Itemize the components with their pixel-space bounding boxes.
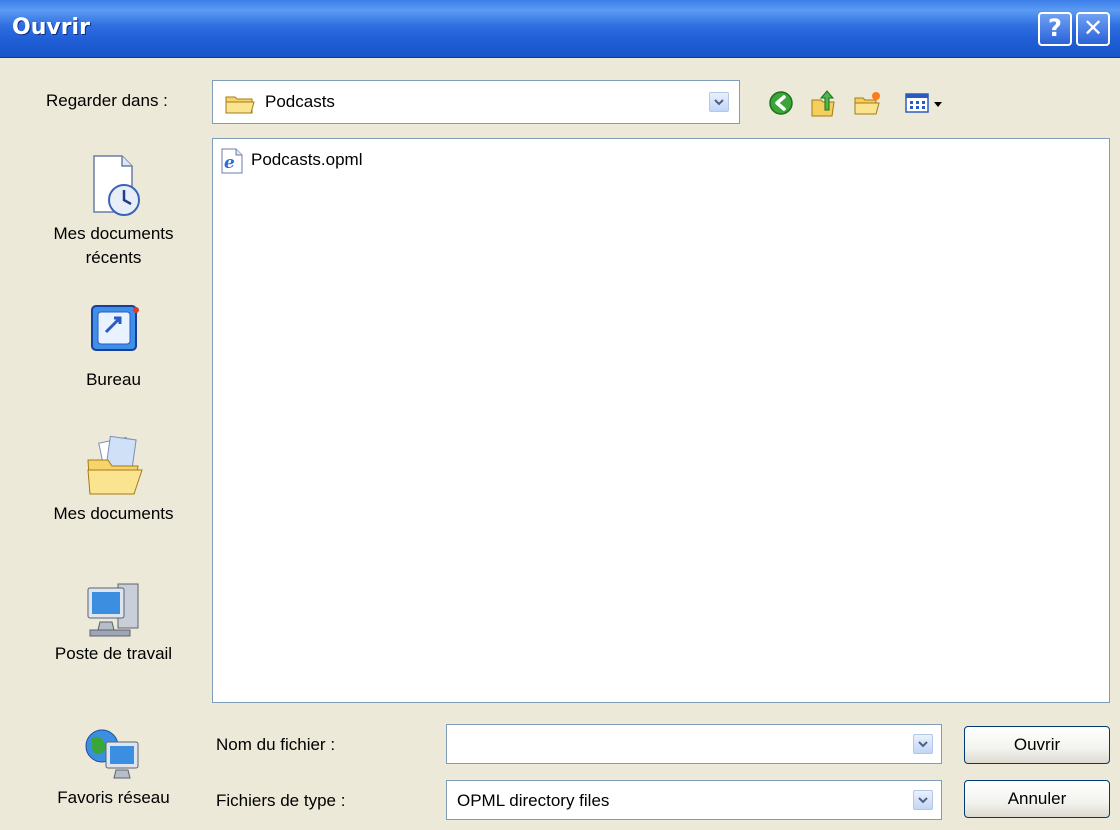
place-my-documents[interactable]: Mes documents xyxy=(28,430,199,526)
my-documents-icon xyxy=(82,430,146,502)
chevron-down-icon[interactable] xyxy=(709,92,729,112)
dialog-title: Ouvrir xyxy=(12,15,90,40)
network-places-icon xyxy=(82,724,146,786)
look-in-dropdown[interactable]: Podcasts xyxy=(212,80,740,124)
view-menu-icon[interactable] xyxy=(904,88,948,118)
title-bar[interactable]: Ouvrir ? ✕ xyxy=(0,0,1120,58)
desktop-icon xyxy=(84,298,144,360)
new-folder-icon[interactable] xyxy=(852,88,882,118)
place-label: Favoris réseau xyxy=(57,788,170,807)
place-label: Poste de travail xyxy=(54,644,173,663)
file-type-dropdown[interactable]: OPML directory files xyxy=(446,780,942,820)
look-in-label: Regarder dans : xyxy=(46,91,168,110)
open-button[interactable]: Ouvrir xyxy=(964,726,1110,764)
folder-icon xyxy=(225,93,255,120)
file-type-value: OPML directory files xyxy=(457,791,610,810)
place-label: Bureau xyxy=(86,370,141,389)
look-in-value: Podcasts xyxy=(265,92,335,111)
file-name-label: Nom du fichier : xyxy=(216,735,336,754)
chevron-down-icon[interactable] xyxy=(913,790,933,810)
file-type-label: Fichiers de type : xyxy=(216,791,346,810)
place-recent-documents[interactable]: Mes documents récents xyxy=(28,152,199,270)
help-button[interactable]: ? xyxy=(1038,12,1072,46)
chevron-down-icon[interactable] xyxy=(913,734,933,754)
my-computer-icon xyxy=(82,578,146,642)
place-network[interactable]: Favoris réseau xyxy=(28,724,199,810)
places-bar: Mes documents récents Bureau Mes documen… xyxy=(28,138,199,818)
ie-document-icon: e xyxy=(219,148,245,179)
close-button[interactable]: ✕ xyxy=(1076,12,1110,46)
place-my-computer[interactable]: Poste de travail xyxy=(28,578,199,666)
place-label: Mes documents xyxy=(53,504,174,523)
place-desktop[interactable]: Bureau xyxy=(28,298,199,392)
file-name: Podcasts.opml xyxy=(251,150,363,169)
file-list[interactable]: e Podcasts.opml xyxy=(212,138,1110,703)
back-icon[interactable] xyxy=(766,88,796,118)
place-label: Mes documents récents xyxy=(53,224,174,267)
svg-text:e: e xyxy=(224,153,235,173)
open-dialog: Ouvrir ? ✕ Regarder dans : Podcasts Mes … xyxy=(0,0,1120,830)
file-name-field[interactable] xyxy=(446,724,942,764)
recent-documents-icon xyxy=(84,152,144,222)
cancel-button[interactable]: Annuler xyxy=(964,780,1110,818)
up-folder-icon[interactable] xyxy=(808,88,838,118)
